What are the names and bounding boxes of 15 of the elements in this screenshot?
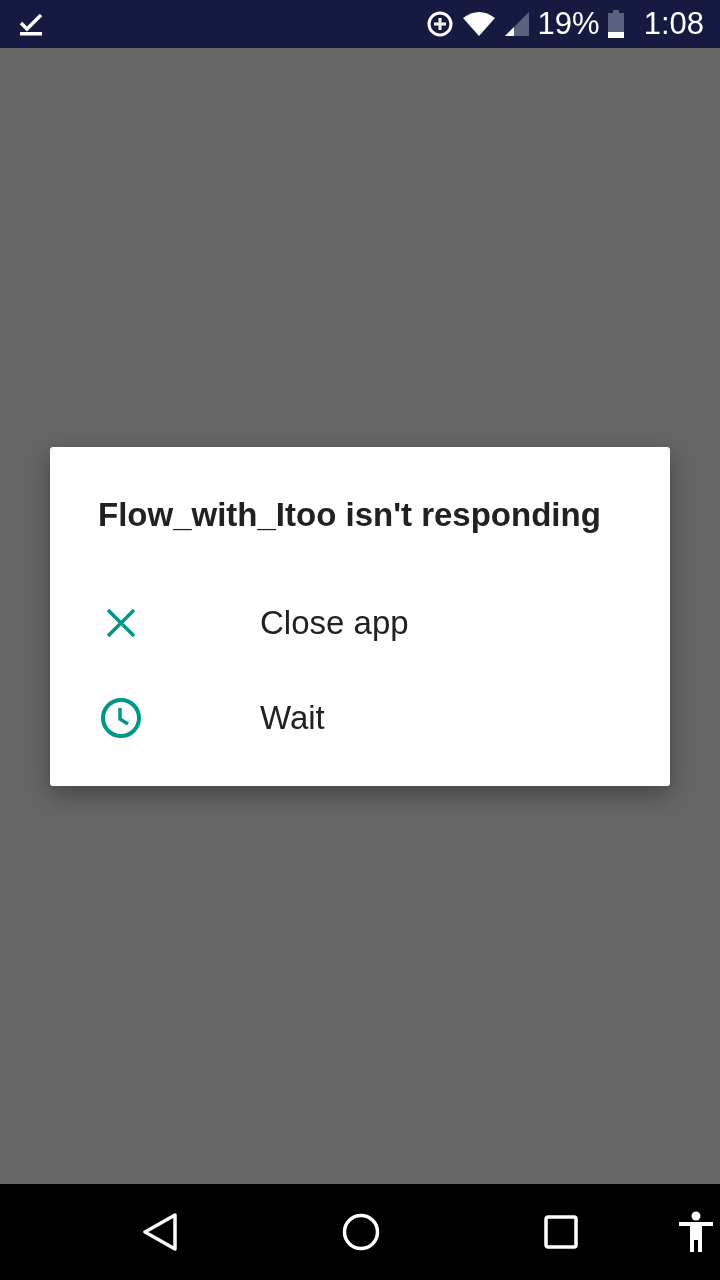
battery-icon bbox=[607, 10, 624, 38]
back-icon[interactable] bbox=[142, 1213, 178, 1251]
recents-icon[interactable] bbox=[544, 1215, 578, 1249]
wifi-icon bbox=[461, 11, 496, 37]
home-icon[interactable] bbox=[342, 1213, 380, 1251]
accessibility-icon[interactable] bbox=[678, 1211, 714, 1253]
clock-icon[interactable] bbox=[100, 697, 142, 739]
download-done-icon bbox=[18, 12, 44, 36]
battery-percentage: 19% bbox=[537, 6, 600, 42]
option-label[interactable]: Wait bbox=[260, 699, 325, 737]
option-label[interactable]: Close app bbox=[260, 604, 409, 642]
signal-icon bbox=[503, 11, 530, 37]
clock-time: 1:08 bbox=[643, 6, 704, 42]
dialog-title: Flow_with_Itoo isn't responding bbox=[97, 494, 602, 535]
data-saver-icon bbox=[425, 10, 454, 38]
